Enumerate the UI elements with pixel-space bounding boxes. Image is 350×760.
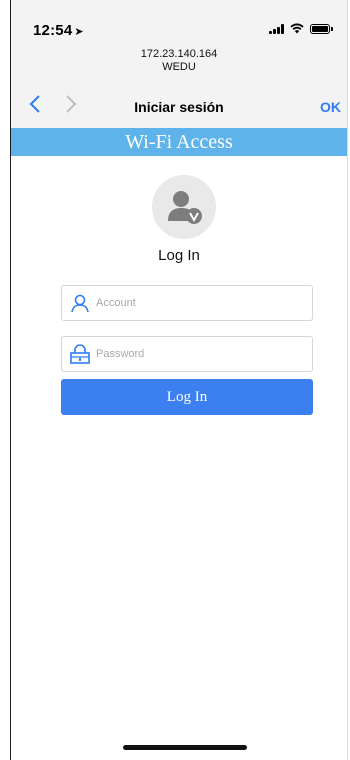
status-icons [269, 23, 333, 34]
status-bar: 12:54 ➤ [11, 0, 347, 46]
user-icon [66, 291, 94, 315]
address-bar[interactable]: 172.23.140.164 WEDU [11, 48, 347, 74]
address-text: 172.23.140.164 [140, 48, 218, 60]
browser-header: 12:54 ➤ 172.23.140.164 WEDU Iniciar sesi… [11, 0, 347, 128]
page-margin [0, 0, 10, 760]
wifi-icon [290, 23, 304, 34]
account-input[interactable] [94, 296, 298, 310]
home-indicator[interactable] [123, 745, 247, 750]
status-time-text: 12:54 [33, 22, 73, 39]
wifi-access-banner: Wi-Fi Access [11, 128, 347, 156]
password-input[interactable] [94, 347, 298, 361]
login-heading: Log In [158, 247, 200, 264]
battery-tip [331, 26, 333, 31]
user-avatar-icon [152, 175, 216, 239]
site-name: WEDU [162, 61, 196, 73]
lock-icon [66, 342, 94, 366]
password-field[interactable] [61, 336, 313, 372]
battery-icon [310, 23, 330, 34]
cellular-signal-icon [269, 23, 284, 34]
phone-screen: 12:54 ➤ 172.23.140.164 WEDU Iniciar sesi… [10, 0, 348, 760]
account-field[interactable] [61, 285, 313, 321]
location-arrow-icon: ➤ [74, 26, 84, 38]
page-title: Iniciar sesión [134, 99, 224, 115]
ok-button[interactable]: OK [320, 99, 341, 115]
browser-nav: Iniciar sesión OK [11, 92, 347, 124]
login-button[interactable]: Log In [61, 379, 313, 415]
status-time: 12:54 ➤ [33, 22, 84, 39]
